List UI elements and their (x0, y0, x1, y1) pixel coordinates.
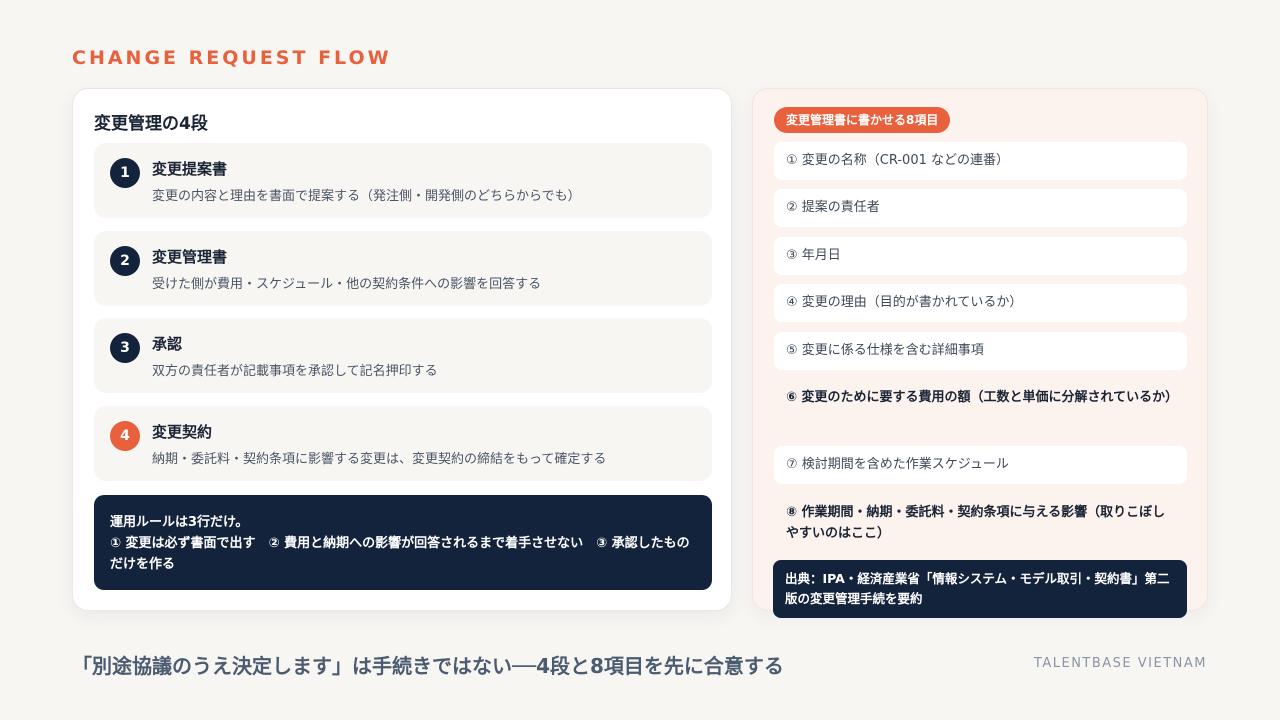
slide-headline: 「別途協議のうえ決定します」は手続きではない──4段と8項目を先に合意する (72, 654, 784, 678)
rules-heading: 運用ルールは3行だけ。 (110, 515, 249, 530)
checklist-item-4: ④ 変更の理由（目的が書かれているか） (774, 284, 1187, 322)
stage-description: 変更の内容と理由を書面で提案する（発注側・開発側のどちらからでも） (152, 189, 581, 204)
checklist-item-8: ⑧ 作業期間・納期・委託料・契約条項に与える影響（取りこぼしやすいのはここ） (786, 505, 1166, 541)
stage-2: 2 変更管理書 受けた側が費用・スケジュール・他の契約条件への影響を回答する (94, 231, 712, 306)
items-card: 変更管理書に書かせる8項目 ① 変更の名称（CR-001 などの連番） ② 提案… (752, 88, 1208, 611)
section-kicker: CHANGE REQUEST FLOW (72, 47, 392, 69)
stage-number-badge: 4 (110, 421, 140, 451)
stage-title: 変更管理書 (152, 248, 228, 266)
stage-4: 4 変更契約 納期・委託料・契約条項に影響する変更は、変更契約の締結をもって確定… (94, 406, 712, 481)
items-title-pill: 変更管理書に書かせる8項目 (774, 107, 951, 133)
rules-text: ① 変更は必ず書面で出す ② 費用と納期への影響が回答されるまで着手させない ③… (110, 536, 690, 572)
checklist-item-2: ② 提案の責任者 (774, 189, 1187, 227)
stages-card: 変更管理の4段 1 変更提案書 変更の内容と理由を書面で提案する（発注側・開発側… (72, 88, 732, 611)
stage-title: 変更契約 (152, 423, 213, 441)
stage-description: 双方の責任者が記載事項を承認して記名押印する (152, 364, 438, 379)
checklist-item-5: ⑤ 変更に係る仕様を含む詳細事項 (774, 332, 1187, 370)
checklist-item-1: ① 変更の名称（CR-001 などの連番） (774, 142, 1187, 180)
stage-number-badge: 3 (110, 333, 140, 363)
stage-number-badge: 1 (110, 158, 140, 188)
operating-rules-box: 運用ルールは3行だけ。 ① 変更は必ず書面で出す ② 費用と納期への影響が回答さ… (94, 495, 712, 590)
stage-title: 変更提案書 (152, 160, 228, 178)
stage-title: 承認 (152, 335, 183, 353)
stage-3: 3 承認 双方の責任者が記載事項を承認して記名押印する (94, 318, 712, 393)
stage-description: 受けた側が費用・スケジュール・他の契約条件への影響を回答する (152, 277, 542, 292)
stage-description: 納期・委託料・契約条項に影響する変更は、変更契約の締結をもって確定する (152, 452, 607, 467)
checklist-item-3: ③ 年月日 (774, 237, 1187, 275)
brand-logo-text: TALENTBASE VIETNAM (1033, 656, 1207, 671)
source-note: 出典：IPA・経済産業省「情報システム・モデル取引・契約書」第二版の変更管理手続… (773, 560, 1187, 618)
stage-1: 1 変更提案書 変更の内容と理由を書面で提案する（発注側・開発側のどちらからでも… (94, 143, 712, 218)
stages-title: 変更管理の4段 (94, 114, 208, 134)
checklist-item-6: ⑥ 変更のために要する費用の額（工数と単価に分解されているか） (786, 390, 1179, 405)
checklist-item-7: ⑦ 検討期間を含めた作業スケジュール (774, 446, 1187, 484)
stage-number-badge: 2 (110, 246, 140, 276)
